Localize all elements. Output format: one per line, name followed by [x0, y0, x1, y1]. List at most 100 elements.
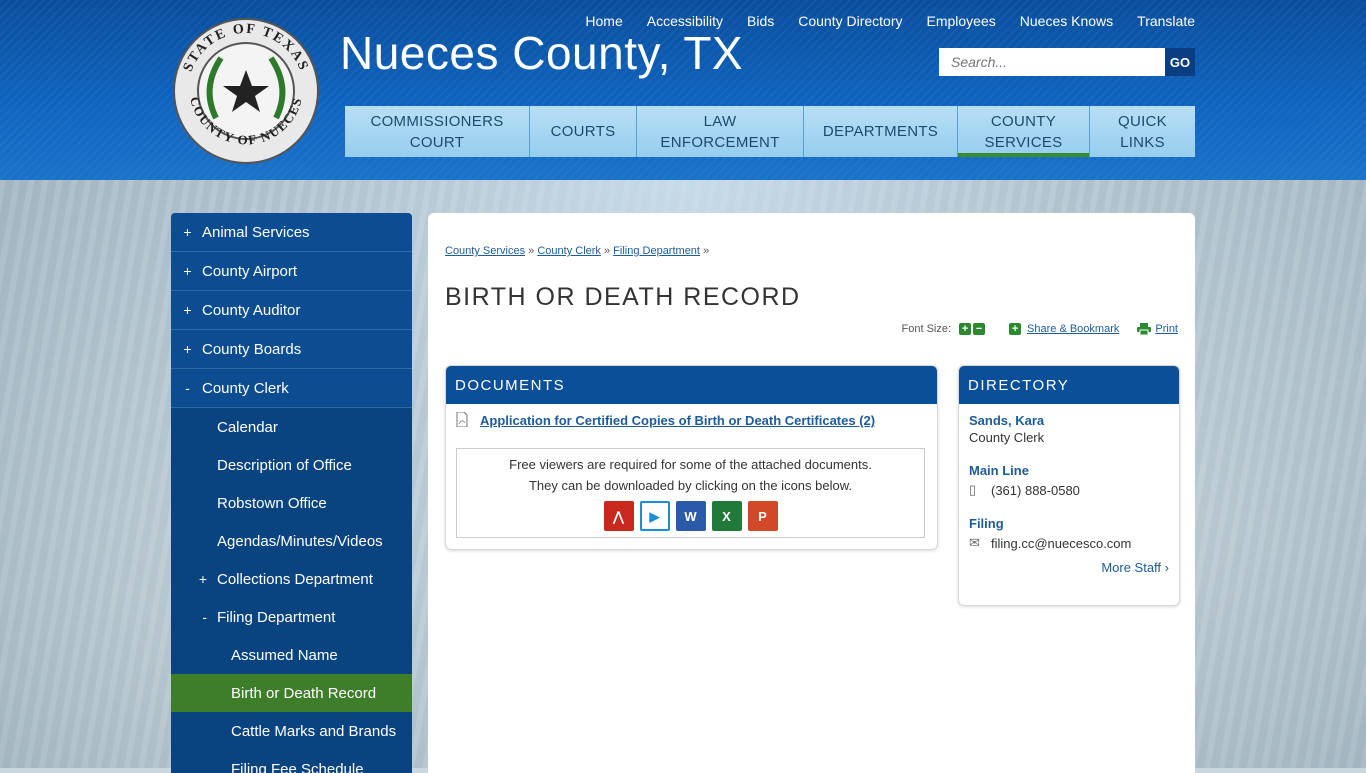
- expand-icon[interactable]: +: [171, 571, 217, 587]
- main-nav-county-services[interactable]: COUNTY SERVICES: [958, 106, 1090, 157]
- sidebar-item-cattle-marks-and-brands[interactable]: Cattle Marks and Brands: [171, 712, 412, 750]
- font-increase-icon[interactable]: +: [959, 323, 971, 335]
- more-staff-link[interactable]: More Staff ›: [969, 560, 1169, 575]
- breadcrumb: County Services » County Clerk » Filing …: [445, 245, 709, 257]
- site-title[interactable]: Nueces County, TX: [340, 26, 743, 80]
- email-row: ✉ filing.cc@nuecesco.com: [969, 535, 1169, 551]
- nav-link-bids[interactable]: Bids: [747, 13, 774, 29]
- nav-link-home[interactable]: Home: [585, 13, 622, 29]
- main-nav-label: LINKS: [1120, 134, 1165, 151]
- sidebar-item-county-auditor[interactable]: + County Auditor: [171, 291, 412, 330]
- expand-icon[interactable]: +: [171, 302, 202, 318]
- sidebar-item-label: County Auditor: [202, 302, 300, 319]
- excel-viewer-icon[interactable]: X: [712, 501, 742, 531]
- main-nav-label: DEPARTMENTS: [823, 121, 938, 142]
- main-nav-label: SERVICES: [985, 134, 1063, 151]
- email-icon: ✉: [969, 535, 991, 551]
- main-nav-departments[interactable]: DEPARTMENTS: [804, 106, 958, 157]
- sidebar-item-calendar[interactable]: Calendar: [171, 408, 412, 446]
- sidebar-item-animal-services[interactable]: + Animal Services: [171, 213, 412, 252]
- share-icon: +: [1009, 323, 1021, 335]
- main-nav-commissioners-court[interactable]: COMMISSIONERS COURT: [345, 106, 530, 157]
- documents-widget: DOCUMENTS Application for Certified Copi…: [445, 365, 938, 550]
- nav-link-employees[interactable]: Employees: [927, 13, 996, 29]
- sidebar-item-label: Calendar: [217, 419, 278, 436]
- sidebar-item-robstown-office[interactable]: Robstown Office: [171, 484, 412, 522]
- main-nav-courts[interactable]: COURTS: [530, 106, 637, 157]
- main-nav-label: ENFORCEMENT: [660, 134, 779, 151]
- font-size-label: Font Size:: [902, 323, 952, 335]
- phone-row: ▯ (361) 888-0580: [969, 482, 1169, 498]
- sidebar-item-label: Birth or Death Record: [231, 685, 376, 702]
- sidebar-item-label: Agendas/Minutes/Videos: [217, 533, 383, 550]
- font-decrease-icon[interactable]: −: [973, 323, 985, 335]
- sidebar-item-label: Description of Office: [217, 457, 352, 474]
- staff-name-link[interactable]: Sands, Kara: [969, 413, 1169, 428]
- breadcrumb-separator: »: [703, 245, 709, 257]
- sidebar-item-birth-or-death-record[interactable]: Birth or Death Record: [171, 674, 412, 712]
- expand-icon[interactable]: +: [171, 341, 202, 357]
- main-nav-label: COUNTY: [991, 113, 1056, 130]
- sidebar-item-label: County Airport: [202, 263, 297, 280]
- powerpoint-viewer-icon[interactable]: P: [748, 501, 778, 531]
- search-go-button[interactable]: GO: [1165, 48, 1195, 76]
- print-icon: [1137, 323, 1151, 335]
- word-viewer-icon[interactable]: W: [676, 501, 706, 531]
- document-link[interactable]: Application for Certified Copies of Birt…: [480, 413, 875, 428]
- expand-icon[interactable]: +: [171, 263, 202, 279]
- sidebar-item-county-boards[interactable]: + County Boards: [171, 330, 412, 369]
- sidebar-item-county-airport[interactable]: + County Airport: [171, 252, 412, 291]
- main-nav-label: COURT: [410, 134, 465, 151]
- breadcrumb-separator: »: [528, 245, 534, 257]
- print-link[interactable]: Print: [1155, 323, 1178, 335]
- page-title: BIRTH OR DEATH RECORD: [445, 283, 801, 312]
- sidebar-item-filing-fee-schedule[interactable]: Filing Fee Schedule: [171, 750, 412, 773]
- expand-icon[interactable]: +: [171, 224, 202, 240]
- nav-link-county-directory[interactable]: County Directory: [798, 13, 902, 29]
- directory-body: Sands, Kara County Clerk Main Line ▯ (36…: [959, 404, 1179, 584]
- sidebar-item-label: Animal Services: [202, 224, 310, 241]
- search-form: GO: [939, 48, 1195, 76]
- main-nav-quick-links[interactable]: QUICKLINKS: [1090, 106, 1195, 157]
- sidebar-nav: + Animal Services + County Airport + Cou…: [171, 213, 412, 773]
- main-nav-label: COMMISSIONERS: [370, 113, 503, 130]
- page-tools: Font Size: + − + Share & Bookmark Print: [902, 323, 1178, 335]
- collapse-icon[interactable]: -: [171, 609, 217, 625]
- breadcrumb-link[interactable]: County Clerk: [537, 245, 601, 257]
- utility-nav: Home Accessibility Bids County Directory…: [561, 13, 1195, 29]
- sidebar-item-county-clerk[interactable]: - County Clerk: [171, 369, 412, 408]
- main-nav-law-enforcement[interactable]: LAWENFORCEMENT: [637, 106, 804, 157]
- site-header: STATE OF TEXAS COUNTY OF NUECES Nueces C…: [0, 0, 1366, 180]
- breadcrumb-separator: »: [604, 245, 610, 257]
- documents-heading: DOCUMENTS: [446, 366, 937, 404]
- search-input[interactable]: [939, 48, 1165, 76]
- phone-number[interactable]: (361) 888-0580: [991, 483, 1080, 498]
- main-line-label: Main Line: [969, 463, 1169, 478]
- viewer-note: Free viewers are required for some of th…: [457, 454, 924, 475]
- share-bookmark-link[interactable]: Share & Bookmark: [1027, 323, 1119, 335]
- main-nav-label: COURTS: [551, 121, 616, 142]
- directory-heading: DIRECTORY: [959, 366, 1179, 404]
- sidebar-item-collections-department[interactable]: + Collections Department: [171, 560, 412, 598]
- free-viewers-box: Free viewers are required for some of th…: [456, 448, 925, 538]
- email-address[interactable]: filing.cc@nuecesco.com: [991, 536, 1131, 551]
- pdf-viewer-icon[interactable]: ⋀: [604, 501, 634, 531]
- collapse-icon[interactable]: -: [171, 380, 202, 396]
- sidebar-item-filing-department[interactable]: - Filing Department: [171, 598, 412, 636]
- sidebar-item-description-of-office[interactable]: Description of Office: [171, 446, 412, 484]
- sidebar-item-label: Robstown Office: [217, 495, 327, 512]
- sidebar-item-label: Filing Department: [217, 609, 335, 626]
- filing-label: Filing: [969, 516, 1169, 531]
- breadcrumb-link[interactable]: County Services: [445, 245, 525, 257]
- pdf-document-icon: [456, 412, 468, 427]
- sidebar-item-agendas-minutes-videos[interactable]: Agendas/Minutes/Videos: [171, 522, 412, 560]
- breadcrumb-link[interactable]: Filing Department: [613, 245, 700, 257]
- sidebar-item-assumed-name[interactable]: Assumed Name: [171, 636, 412, 674]
- media-player-icon[interactable]: ▶: [640, 501, 670, 531]
- sidebar-item-label: Collections Department: [217, 571, 373, 588]
- nav-link-nueces-knows[interactable]: Nueces Knows: [1020, 13, 1113, 29]
- nav-link-accessibility[interactable]: Accessibility: [647, 13, 723, 29]
- main-content: County Services » County Clerk » Filing …: [428, 213, 1195, 773]
- nav-link-translate[interactable]: Translate: [1137, 13, 1195, 29]
- county-seal-logo[interactable]: STATE OF TEXAS COUNTY OF NUECES: [171, 18, 321, 164]
